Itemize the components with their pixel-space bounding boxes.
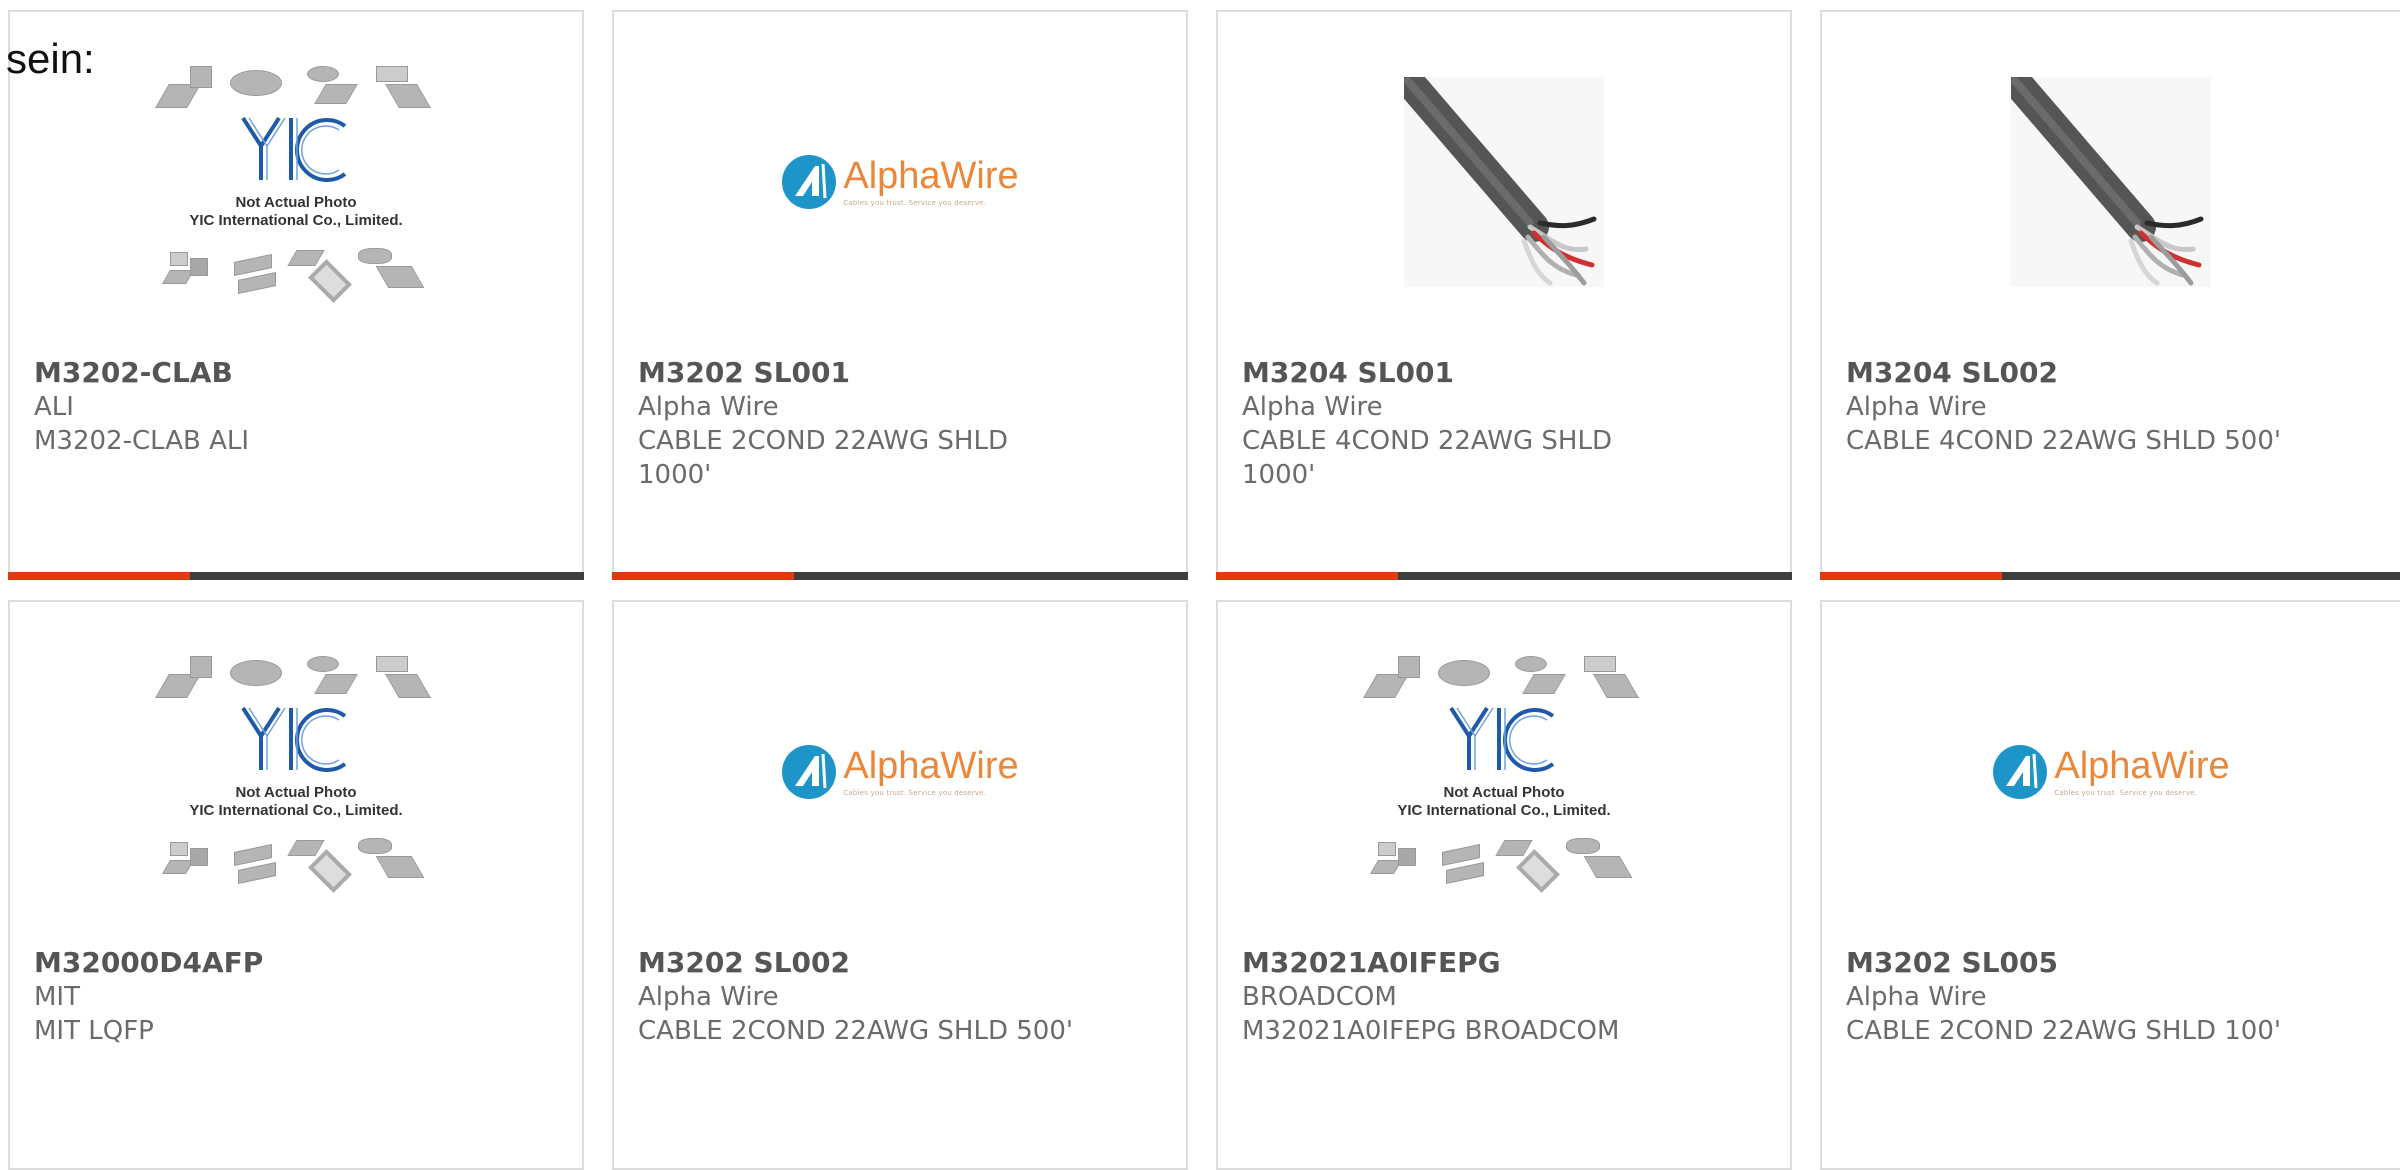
product-card[interactable]: AlphaWire Cables you trust. Service you … xyxy=(1820,600,2400,1170)
alphawire-logo-name: AlphaWire xyxy=(843,745,1019,787)
cable-photo-icon xyxy=(1404,77,1604,287)
alphawire-logo-tagline: Cables you trust. Service you deserve. xyxy=(843,789,987,797)
part-number[interactable]: M3204 SL001 xyxy=(1242,356,1766,390)
part-number[interactable]: M3202 SL001 xyxy=(638,356,1162,390)
part-number[interactable]: M3202-CLAB xyxy=(34,356,558,390)
placeholder-line-1: Not Actual Photo xyxy=(235,784,357,801)
alphawire-logo-name: AlphaWire xyxy=(843,155,1019,197)
product-card[interactable]: AlphaWire Cables you trust. Service you … xyxy=(612,10,1188,580)
product-grid: Not Actual Photo YIC International Co., … xyxy=(0,0,2400,1170)
manufacturer: Alpha Wire xyxy=(1846,982,1987,1012)
description: M3202-CLAB ALI xyxy=(34,426,250,456)
manufacturer: BROADCOM xyxy=(1242,982,1397,1012)
product-image: Not Actual Photo YIC International Co., … xyxy=(10,602,582,942)
description: CABLE 2COND 22AWG SHLD 100' xyxy=(1846,1016,2282,1046)
product-image xyxy=(1822,12,2400,352)
manufacturer: Alpha Wire xyxy=(638,392,779,422)
alphawire-logo-icon xyxy=(782,745,837,799)
product-image: AlphaWire Cables you trust. Service you … xyxy=(1822,602,2400,942)
placeholder-line-2: YIC International Co., Limited. xyxy=(189,212,403,229)
placeholder-line-1: Not Actual Photo xyxy=(1443,784,1565,801)
product-card[interactable]: M3204 SL001 Alpha Wire CABLE 4COND 22AWG… xyxy=(1216,10,1792,580)
manufacturer: ALI xyxy=(34,392,74,422)
manufacturer: Alpha Wire xyxy=(638,982,779,1012)
product-image: AlphaWire Cables you trust. Service you … xyxy=(614,12,1186,352)
yic-logo-icon xyxy=(241,706,347,772)
product-card[interactable]: AlphaWire Cables you trust. Service you … xyxy=(612,600,1188,1170)
product-image: AlphaWire Cables you trust. Service you … xyxy=(614,602,1186,942)
yic-placeholder-image: Not Actual Photo YIC International Co., … xyxy=(155,62,431,303)
cable-photo-icon xyxy=(2011,77,2211,287)
description: CABLE 4COND 22AWG SHLD 1000' xyxy=(1242,426,1612,490)
yic-logo-icon xyxy=(241,116,347,182)
alphawire-logo-icon xyxy=(1993,745,2048,799)
part-number[interactable]: M3202 SL005 xyxy=(1846,946,2376,980)
description: M32021A0IFEPG BROADCOM xyxy=(1242,1016,1620,1046)
product-card[interactable]: Not Actual Photo YIC International Co., … xyxy=(8,10,584,580)
description: CABLE 2COND 22AWG SHLD 500' xyxy=(638,1016,1074,1046)
product-card[interactable]: M3204 SL002 Alpha Wire CABLE 4COND 22AWG… xyxy=(1820,10,2400,580)
part-number[interactable]: M32021A0IFEPG xyxy=(1242,946,1766,980)
product-image: Not Actual Photo YIC International Co., … xyxy=(1218,602,1790,942)
card-footer-bar xyxy=(612,572,1188,580)
alphawire-logo-tagline: Cables you trust. Service you deserve. xyxy=(843,199,987,207)
card-footer-bar xyxy=(1216,572,1792,580)
manufacturer: MIT xyxy=(34,982,80,1012)
product-card[interactable]: Not Actual Photo YIC International Co., … xyxy=(8,600,584,1170)
product-image xyxy=(1218,12,1790,352)
card-footer-bar xyxy=(8,572,584,580)
description: CABLE 2COND 22AWG SHLD 1000' xyxy=(638,426,1008,490)
page-heading-fragment: sein: xyxy=(6,35,95,82)
product-card[interactable]: Not Actual Photo YIC International Co., … xyxy=(1216,600,1792,1170)
alphawire-logo: AlphaWire Cables you trust. Service you … xyxy=(781,154,1019,210)
manufacturer: Alpha Wire xyxy=(1846,392,1987,422)
alphawire-logo-icon xyxy=(782,155,837,209)
part-number[interactable]: M3204 SL002 xyxy=(1846,356,2376,390)
placeholder-line-2: YIC International Co., Limited. xyxy=(1397,802,1611,819)
manufacturer: Alpha Wire xyxy=(1242,392,1383,422)
description: MIT LQFP xyxy=(34,1016,154,1046)
alphawire-logo: AlphaWire Cables you trust. Service you … xyxy=(1992,744,2230,800)
yic-logo-icon xyxy=(1449,706,1555,772)
yic-placeholder-image: Not Actual Photo YIC International Co., … xyxy=(1363,652,1639,893)
placeholder-line-2: YIC International Co., Limited. xyxy=(189,802,403,819)
card-footer-bar xyxy=(1820,572,2400,580)
placeholder-line-1: Not Actual Photo xyxy=(235,194,357,211)
product-image: Not Actual Photo YIC International Co., … xyxy=(10,12,582,352)
alphawire-logo: AlphaWire Cables you trust. Service you … xyxy=(781,744,1019,800)
part-number[interactable]: M32000D4AFP xyxy=(34,946,558,980)
alphawire-logo-tagline: Cables you trust. Service you deserve. xyxy=(2054,789,2198,797)
yic-placeholder-image: Not Actual Photo YIC International Co., … xyxy=(155,652,431,893)
part-number[interactable]: M3202 SL002 xyxy=(638,946,1162,980)
description: CABLE 4COND 22AWG SHLD 500' xyxy=(1846,426,2282,456)
alphawire-logo-name: AlphaWire xyxy=(2054,745,2230,787)
